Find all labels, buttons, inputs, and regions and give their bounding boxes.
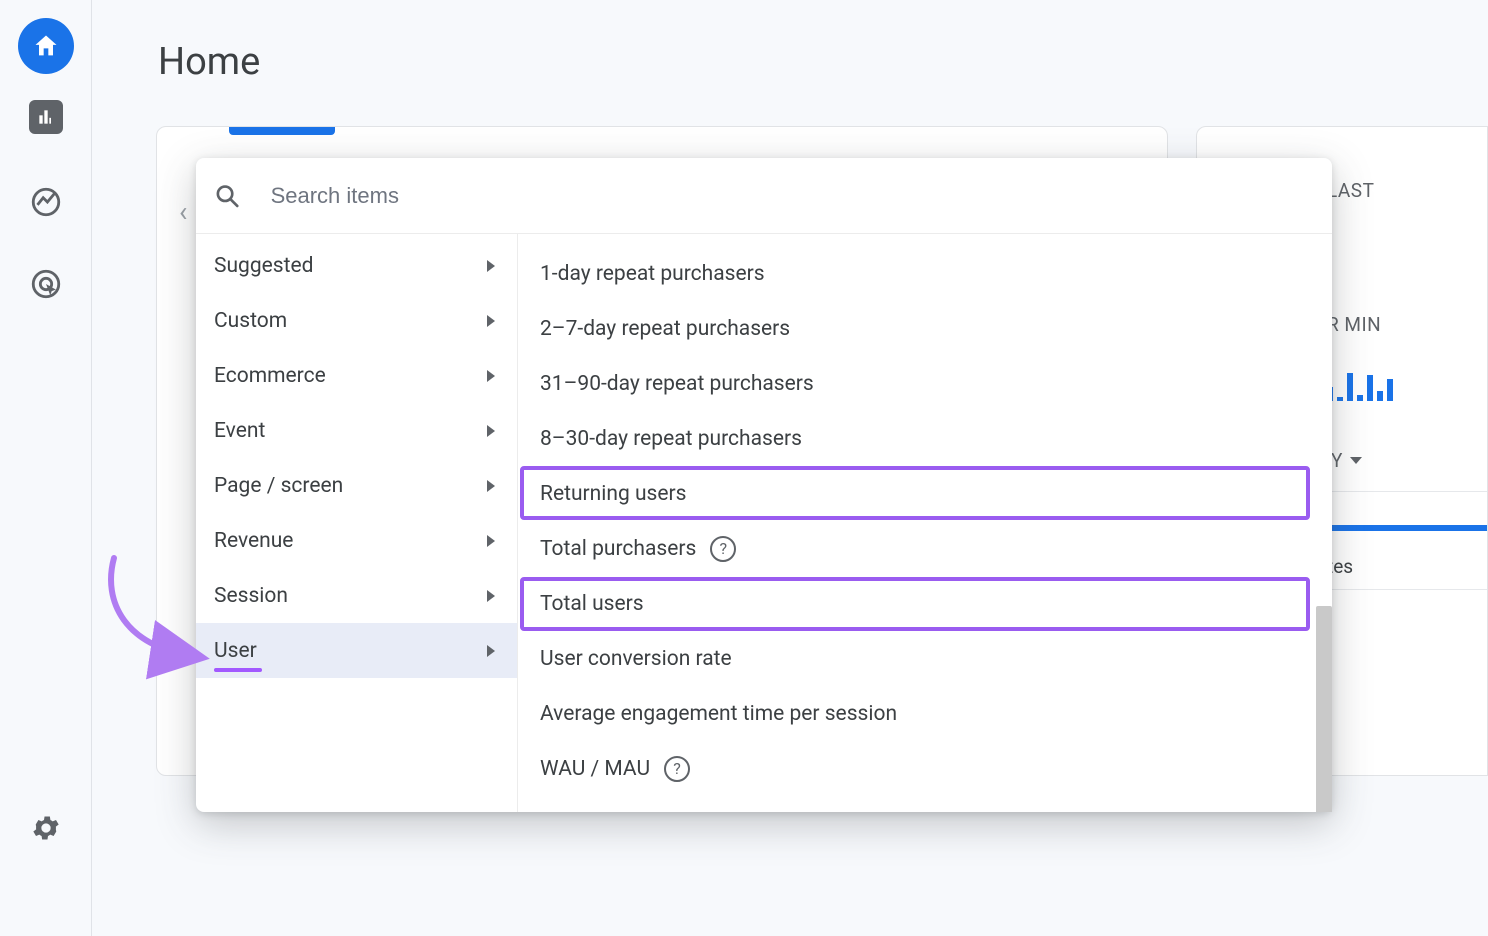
metric-category-page-screen[interactable]: Page / screen: [196, 458, 517, 513]
metric-category-label: Suggested: [214, 254, 313, 278]
chevron-right-icon: [487, 480, 495, 492]
metric-item-label: Total purchasers: [540, 537, 696, 561]
metric-item-label: 2–7-day repeat purchasers: [540, 317, 790, 341]
metric-category-label: User: [214, 639, 257, 663]
metric-search-row: [196, 158, 1332, 234]
spark-bar: [1377, 391, 1383, 401]
scrollbar-thumb[interactable]: [1316, 606, 1332, 812]
metric-category-label: Page / screen: [214, 474, 343, 498]
metric-item[interactable]: User conversion rate: [518, 631, 1332, 686]
metric-category-label: Ecommerce: [214, 364, 326, 388]
gear-icon: [30, 812, 62, 844]
chevron-right-icon: [487, 425, 495, 437]
spark-bar: [1387, 379, 1393, 401]
metric-item[interactable]: Returning users: [518, 466, 1332, 521]
search-icon: [214, 182, 241, 210]
help-icon[interactable]: ?: [710, 536, 736, 562]
spark-bar: [1347, 373, 1353, 401]
metric-category-list: Suggested Custom Ecommerce Event Page / scre…: [196, 234, 518, 812]
metric-category-ecommerce[interactable]: Ecommerce: [196, 348, 517, 403]
card-back-chevron[interactable]: ‹: [179, 195, 187, 228]
metric-item[interactable]: Total purchasers?: [518, 521, 1332, 576]
metric-item[interactable]: 2–7-day repeat purchasers: [518, 301, 1332, 356]
realtime-per-min-label: R MIN: [1327, 313, 1381, 336]
metric-item-label: Returning users: [540, 482, 686, 506]
chevron-right-icon: [487, 590, 495, 602]
card-active-tab-indicator: [229, 127, 335, 135]
metric-item[interactable]: 31–90-day repeat purchasers: [518, 356, 1332, 411]
metric-category-label: Session: [214, 584, 288, 608]
left-nav-rail: [0, 0, 92, 936]
metric-category-event[interactable]: Event: [196, 403, 517, 458]
bar-chart-icon: [36, 107, 56, 127]
right-tab-indicator: [1327, 525, 1487, 531]
chevron-right-icon: [487, 315, 495, 327]
metric-category-revenue[interactable]: Revenue: [196, 513, 517, 568]
metric-picker-body: Suggested Custom Ecommerce Event Page / scre…: [196, 234, 1332, 812]
metric-item-label: User conversion rate: [540, 647, 732, 671]
home-icon: [32, 32, 60, 60]
metric-category-session[interactable]: Session: [196, 568, 517, 623]
metric-item-label: 1-day repeat purchasers: [540, 262, 765, 286]
metric-item-label: 8–30-day repeat purchasers: [540, 427, 802, 451]
nav-settings[interactable]: [18, 800, 74, 856]
realtime-sparkline: [1327, 371, 1393, 401]
metric-item[interactable]: Average engagement time per session: [518, 686, 1332, 741]
nav-home[interactable]: [18, 18, 74, 74]
realtime-last-label: LAST: [1327, 179, 1374, 202]
metric-search-input[interactable]: [271, 183, 1314, 209]
metric-item-label: 31–90-day repeat purchasers: [540, 372, 814, 396]
chevron-right-icon: [487, 370, 495, 382]
spark-bar: [1357, 395, 1363, 401]
chevron-right-icon: [487, 535, 495, 547]
country-dropdown[interactable]: Y: [1331, 449, 1362, 472]
nav-explore[interactable]: [18, 174, 74, 230]
country-dropdown-label: Y: [1331, 449, 1342, 472]
metric-item-list: 1-day repeat purchasers 2–7-day repeat pu…: [518, 234, 1332, 812]
chevron-down-icon: [1350, 457, 1362, 464]
chevron-left-icon: ‹: [179, 195, 187, 228]
spark-bar: [1367, 375, 1373, 401]
chevron-right-icon: [487, 645, 495, 657]
explore-icon: [29, 185, 63, 219]
chevron-right-icon: [487, 260, 495, 272]
metric-item[interactable]: Total users: [518, 576, 1332, 631]
help-icon[interactable]: ?: [664, 756, 690, 782]
metric-item-label: WAU / MAU: [540, 757, 650, 781]
nav-reports[interactable]: [29, 100, 63, 134]
metric-category-suggested[interactable]: Suggested: [196, 238, 517, 293]
page-title: Home: [158, 40, 260, 84]
metric-item-label: Total users: [540, 592, 644, 616]
metric-category-label: Custom: [214, 309, 287, 333]
metric-item[interactable]: WAU / MAU?: [518, 741, 1332, 796]
metric-category-user[interactable]: User: [196, 623, 517, 678]
metric-item[interactable]: 1-day repeat purchasers: [518, 246, 1332, 301]
metric-item-label: Average engagement time per session: [540, 702, 897, 726]
metric-item[interactable]: 8–30-day repeat purchasers: [518, 411, 1332, 466]
nav-advertising[interactable]: [18, 256, 74, 312]
spark-bar: [1337, 397, 1343, 401]
metric-category-custom[interactable]: Custom: [196, 293, 517, 348]
target-click-icon: [29, 267, 63, 301]
metric-category-label: Event: [214, 419, 265, 443]
metric-picker-popup: Suggested Custom Ecommerce Event Page / scre…: [196, 158, 1332, 812]
metric-category-label: Revenue: [214, 529, 293, 553]
